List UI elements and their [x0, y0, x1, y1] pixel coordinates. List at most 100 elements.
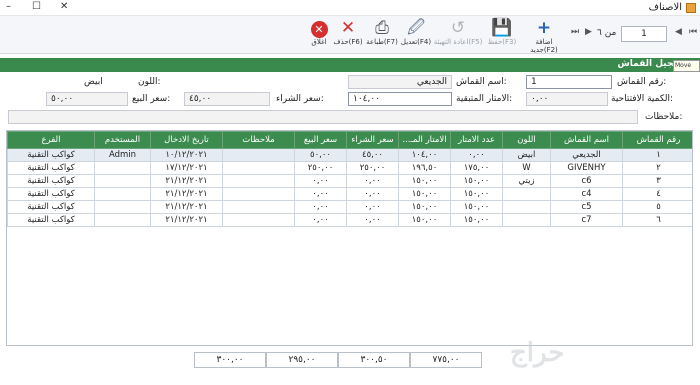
cell[interactable]: ٠,٠٠ — [294, 200, 347, 214]
cell[interactable]: ٠,٠٠ — [346, 200, 399, 214]
cell[interactable]: c4 — [550, 187, 623, 201]
purchase-price-field[interactable]: ٤٥,٠٠ — [184, 92, 270, 106]
cell[interactable]: W — [502, 161, 551, 175]
cell[interactable]: ١٥٠,٠٠ — [398, 213, 451, 227]
col-header[interactable]: تاريخ الادخال — [150, 131, 223, 149]
first-record-icon[interactable]: ⏮ — [689, 27, 697, 37]
save-button[interactable]: 💾 حفظ(F3) — [485, 18, 519, 52]
cell[interactable]: ١٧/١٢/٢٠٢١ — [150, 161, 223, 175]
cell[interactable]: ٣ — [622, 174, 692, 188]
cell[interactable]: ٠,٠٠ — [346, 174, 399, 188]
col-header[interactable]: سعر الشراء — [346, 131, 399, 149]
cell[interactable] — [94, 200, 151, 214]
cell[interactable]: كواكب التقنية — [7, 200, 95, 214]
cell[interactable] — [94, 161, 151, 175]
cell[interactable]: الجديعي — [550, 148, 623, 162]
cell[interactable]: ٢ — [622, 161, 692, 175]
cell[interactable] — [94, 174, 151, 188]
cell[interactable]: ٠,٠٠ — [294, 174, 347, 188]
cell[interactable]: ١٥٠,٠٠ — [450, 174, 503, 188]
cell[interactable]: ٢١/١٢/٢٠٢١ — [150, 174, 223, 188]
cell[interactable]: ١٥٠,٠٠ — [398, 174, 451, 188]
cell[interactable]: ١ — [622, 148, 692, 162]
remaining-meters-field[interactable]: ١٠٤,٠٠ — [348, 92, 452, 106]
cell[interactable]: ٥ — [622, 200, 692, 214]
col-header[interactable]: رقم القماش — [622, 131, 692, 149]
cell[interactable]: GIVENHY — [550, 161, 623, 175]
cell[interactable]: ٢١/١٢/٢٠٢١ — [150, 187, 223, 201]
cell[interactable]: ٠,٠٠ — [294, 213, 347, 227]
fabric-no-field[interactable]: 1 — [526, 75, 612, 89]
cell[interactable]: ٠,٠٠ — [346, 187, 399, 201]
cell[interactable] — [222, 148, 295, 162]
col-header[interactable]: اسم القماش — [550, 131, 623, 149]
cell[interactable]: ٠,٠٠ — [346, 213, 399, 227]
table-row[interactable]: ٢ GIVENHY W ١٧٥,٠٠ ١٩٦,٥٠ ٢٥٠,٠٠ ٢٥٠,٠٠ ١٧/١٢/٢… — [7, 161, 692, 175]
cell[interactable]: c7 — [550, 213, 623, 227]
cell[interactable]: ١٥٠,٠٠ — [450, 187, 503, 201]
cell[interactable]: كواكب التقنية — [7, 213, 95, 227]
cell[interactable]: ١٠/١٢/٢٠٢١ — [150, 148, 223, 162]
cell[interactable]: كواكب التقنية — [7, 174, 95, 188]
cell[interactable]: ١٩٦,٥٠ — [398, 161, 451, 175]
col-header[interactable]: المستخدم — [94, 131, 151, 149]
sale-price-field[interactable]: ٥٠,٠٠ — [46, 92, 128, 106]
cell[interactable] — [502, 213, 551, 227]
cell[interactable]: ٢١/١٢/٢٠٢١ — [150, 213, 223, 227]
cell[interactable]: ١٧٥,٠٠ — [450, 161, 503, 175]
col-header[interactable]: ملاحظات — [222, 131, 295, 149]
col-header[interactable]: سعر البيع — [294, 131, 347, 149]
minimize-button[interactable]: – — [6, 1, 11, 12]
table-row[interactable]: ٣ c6 زيتي ١٥٠,٠٠ ١٥٠,٠٠ ٠,٠٠ ٠,٠٠ ٢١/١٢/٢٠٢١ كوا… — [7, 174, 692, 188]
delete-button[interactable]: ✕ حذف(F6) — [333, 18, 363, 52]
cell[interactable]: ٢١/١٢/٢٠٢١ — [150, 200, 223, 214]
cell[interactable]: Admin — [94, 148, 151, 162]
previous-record-icon[interactable]: ◀ — [675, 27, 682, 37]
cell[interactable]: ٠,٠٠ — [294, 187, 347, 201]
cell[interactable]: ٠,٠٠ — [450, 148, 503, 162]
record-number-input[interactable]: 1 — [621, 26, 667, 42]
col-header[interactable]: اللون — [502, 131, 551, 149]
last-record-icon[interactable]: ⏭ — [571, 27, 579, 37]
cell[interactable]: ١٠٤,٠٠ — [398, 148, 451, 162]
add-button[interactable]: + اضافة جديد(F2) — [522, 18, 566, 54]
cell[interactable]: ١٥٠,٠٠ — [398, 187, 451, 201]
cell[interactable] — [222, 213, 295, 227]
cell[interactable] — [222, 200, 295, 214]
cell[interactable] — [222, 174, 295, 188]
cell[interactable]: ٢٥٠,٠٠ — [346, 161, 399, 175]
cell[interactable] — [222, 161, 295, 175]
cell[interactable]: ٢٥٠,٠٠ — [294, 161, 347, 175]
cell[interactable]: ١٥٠,٠٠ — [450, 200, 503, 214]
cell[interactable] — [222, 187, 295, 201]
col-header[interactable]: عدد الامتار — [450, 131, 503, 149]
opening-qty-field[interactable]: ٠,٠٠ — [526, 92, 608, 106]
cell[interactable] — [502, 187, 551, 201]
notes-field[interactable] — [8, 110, 638, 124]
maximize-button[interactable]: ☐ — [32, 1, 41, 12]
cell[interactable]: زيتي — [502, 174, 551, 188]
table-row[interactable]: ٤ c4 ١٥٠,٠٠ ١٥٠,٠٠ ٠,٠٠ ٠,٠٠ ٢١/١٢/٢٠٢١ كواكب ا… — [7, 187, 692, 201]
cell[interactable]: كواكب التقنية — [7, 187, 95, 201]
cell[interactable]: ١٥٠,٠٠ — [450, 213, 503, 227]
print-button[interactable]: ⎙ طباعة(F7) — [366, 18, 398, 52]
reset-button[interactable]: ↺ اعادة التهيئة(F5) — [433, 18, 483, 52]
cell[interactable]: ٦ — [622, 213, 692, 227]
cell[interactable]: ابيض — [502, 148, 551, 162]
cell[interactable] — [94, 213, 151, 227]
fabric-name-field[interactable]: الجديعي — [348, 75, 452, 89]
next-record-icon[interactable]: ▶ — [585, 27, 592, 37]
cell[interactable]: ٤٥,٠٠ — [346, 148, 399, 162]
table-row[interactable]: ٦ c7 ١٥٠,٠٠ ١٥٠,٠٠ ٠,٠٠ ٠,٠٠ ٢١/١٢/٢٠٢١ كواكب ا… — [7, 213, 692, 227]
close-window-button[interactable]: ✕ — [60, 1, 68, 12]
edit-button[interactable]: 🖉 تعديل(F4) — [400, 18, 432, 52]
col-header[interactable]: الامتار المـ... — [398, 131, 451, 149]
close-button[interactable]: ✕ اغلاق — [306, 18, 332, 52]
cell[interactable]: ٤ — [622, 187, 692, 201]
cell[interactable]: ١٥٠,٠٠ — [398, 200, 451, 214]
cell[interactable] — [94, 187, 151, 201]
cell[interactable]: ٥٠,٠٠ — [294, 148, 347, 162]
cell[interactable] — [502, 200, 551, 214]
cell[interactable]: c5 — [550, 200, 623, 214]
col-header[interactable]: الفرع — [7, 131, 95, 149]
